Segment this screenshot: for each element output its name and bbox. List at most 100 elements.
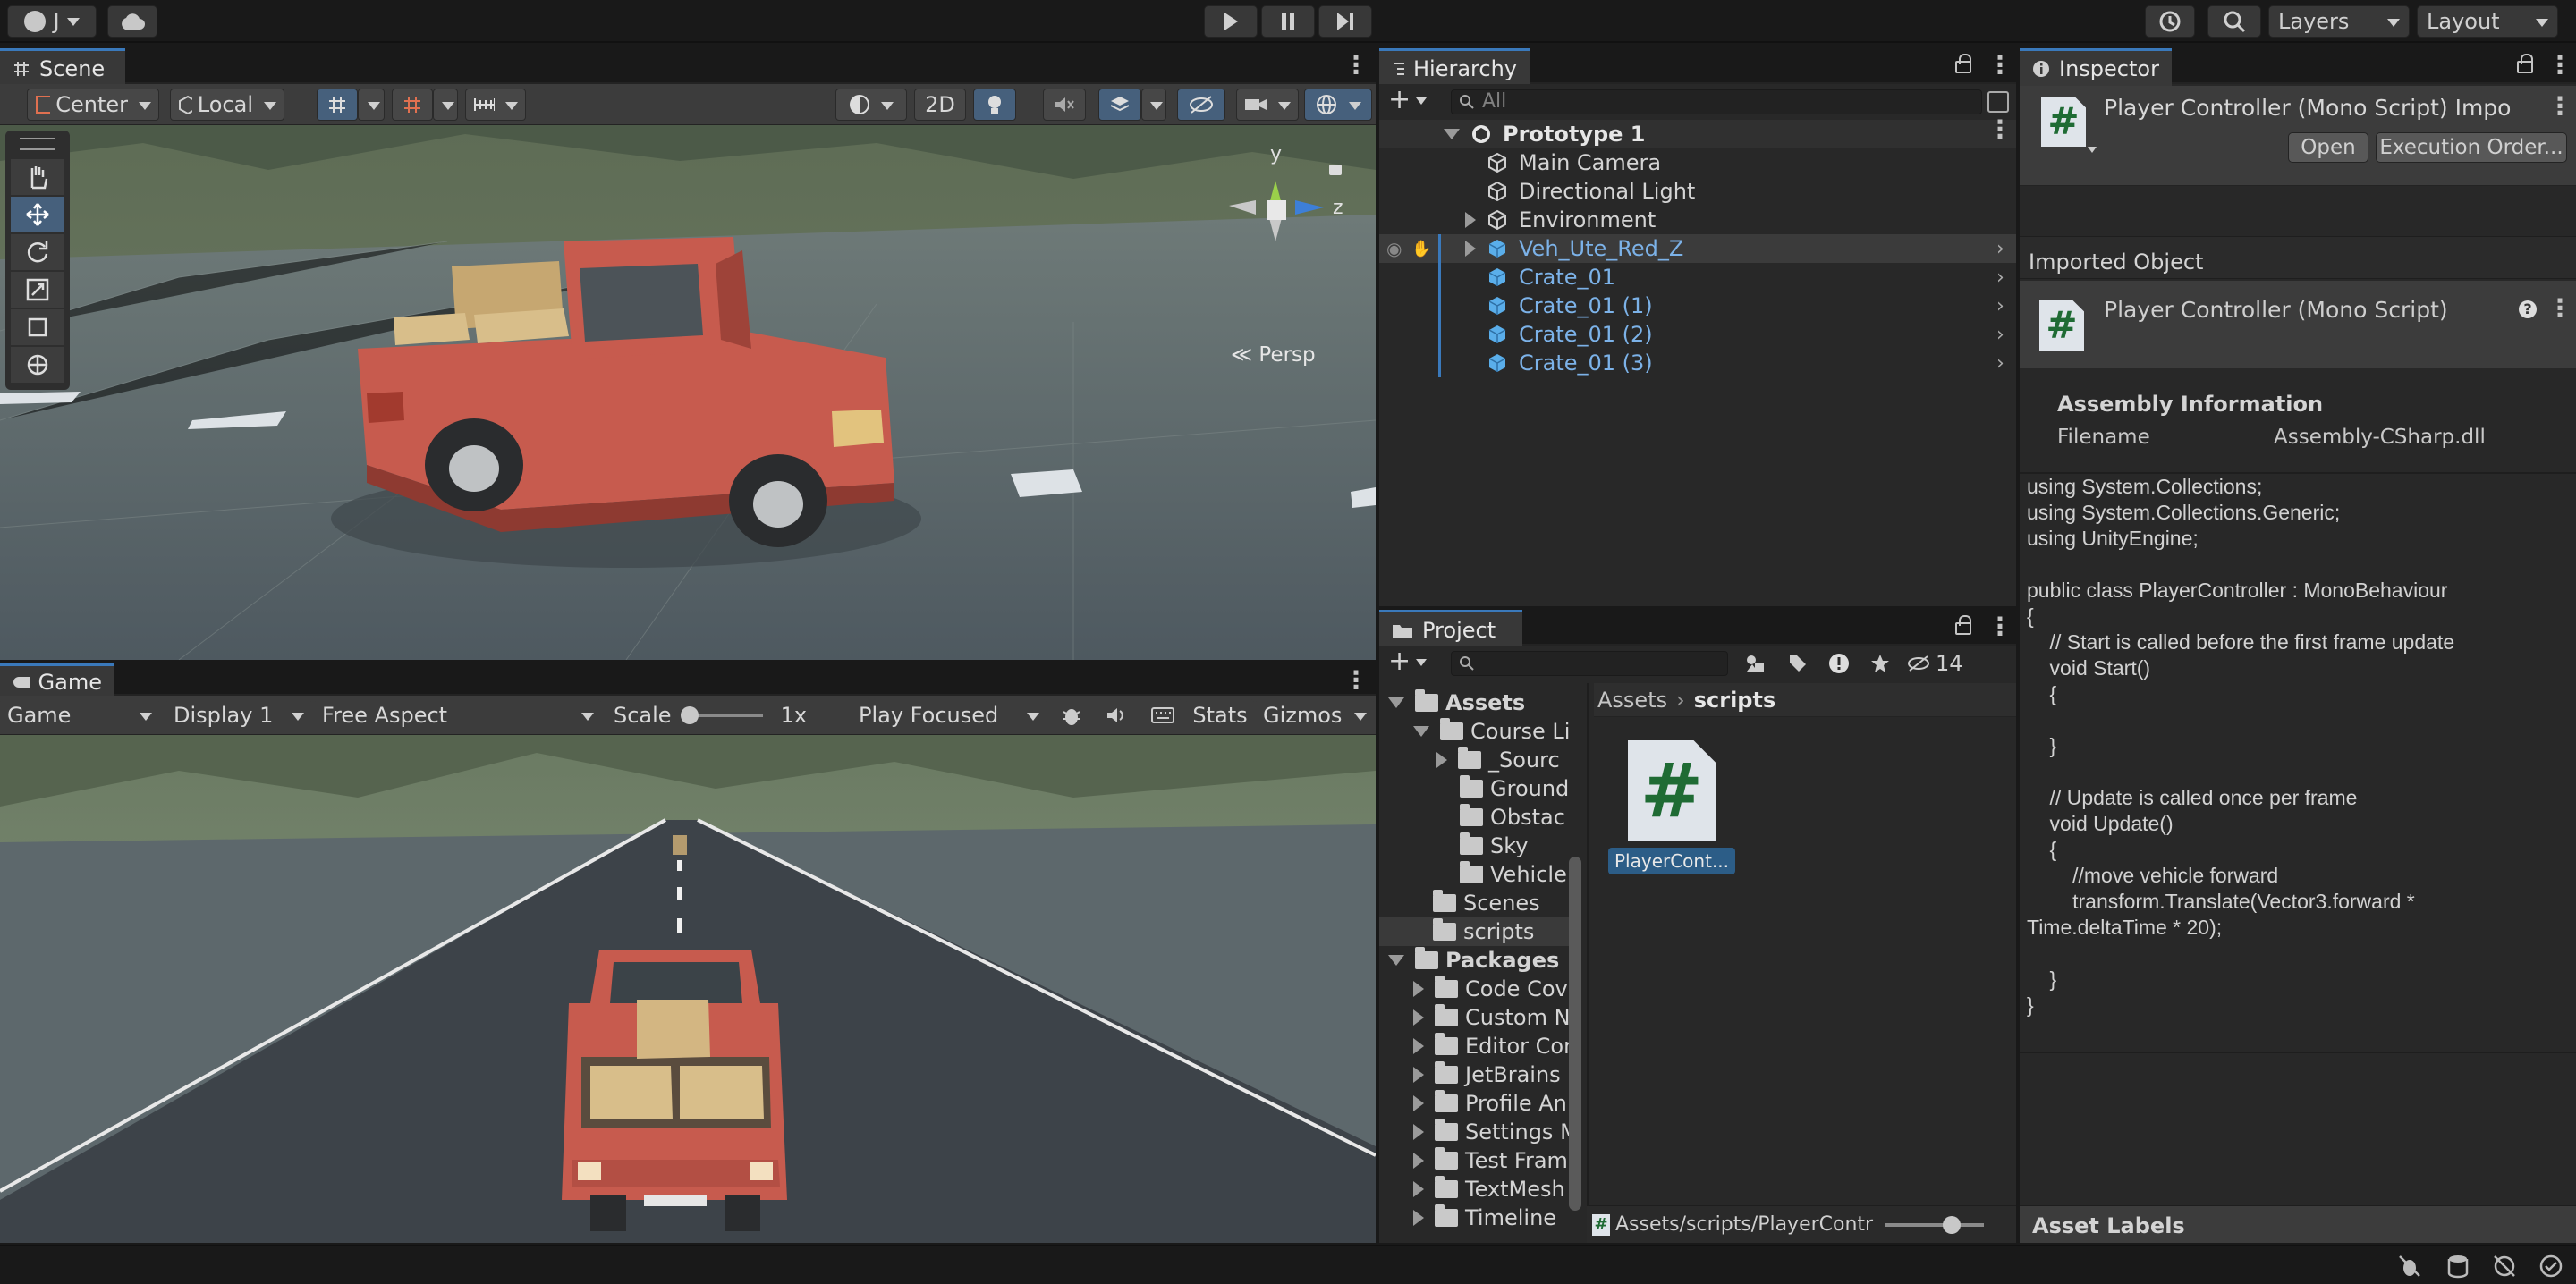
rotate-tool-button[interactable] (11, 234, 64, 270)
auto-refresh-icon[interactable] (2492, 1254, 2517, 1282)
layout-dropdown[interactable]: Layout (2417, 5, 2558, 38)
debug-toggle[interactable] (1052, 699, 1091, 731)
tree-scrollbar-thumb[interactable] (1569, 857, 1581, 1211)
expand-arrow-icon[interactable] (1465, 212, 1476, 228)
layers-dropdown[interactable]: Layers (2268, 5, 2410, 38)
project-search-input[interactable] (1451, 651, 1728, 676)
tree-jetbrains[interactable]: JetBrains (1413, 1060, 1561, 1089)
expand-arrow-icon[interactable] (1444, 129, 1460, 139)
prefab-open-arrow[interactable]: › (1996, 238, 2004, 260)
scale-slider-thumb[interactable] (680, 706, 699, 724)
tree-scenes[interactable]: Scenes (1433, 889, 1540, 917)
expand-arrow-icon[interactable] (1413, 1009, 1424, 1026)
inspector-lock-icon[interactable] (2517, 54, 2533, 73)
hierarchy-item-crate-01-2[interactable]: Crate_01 (2) › (1379, 320, 2016, 349)
camera-dropdown[interactable] (1236, 89, 1299, 121)
debug-mode-icon[interactable] (2397, 1254, 2422, 1282)
increment-snap-toggle[interactable] (392, 89, 433, 121)
2d-toggle[interactable]: 2D (914, 89, 966, 121)
scale-slider-track[interactable] (680, 706, 763, 724)
tree-code-coverage[interactable]: Code Cov (1413, 975, 1568, 1003)
search-mode-button[interactable] (1987, 91, 2009, 113)
hierarchy-item-crate-01[interactable]: Crate_01 › (1379, 263, 2016, 291)
favorites-button[interactable] (1862, 651, 1898, 676)
log-filter-button[interactable] (1821, 651, 1857, 676)
search-by-type-button[interactable] (1737, 651, 1773, 676)
expand-arrow-icon[interactable] (1465, 241, 1476, 257)
search-button[interactable] (2207, 5, 2261, 38)
expand-arrow-icon[interactable] (1413, 1181, 1424, 1197)
expand-arrow-icon[interactable] (1413, 1210, 1424, 1226)
game-menu-kebab[interactable]: ⋮ (1343, 665, 1368, 695)
prefab-open-arrow[interactable]: › (1996, 324, 2004, 346)
tree-test-framework[interactable]: Test Fram (1413, 1146, 1568, 1175)
space-dropdown[interactable]: Local (170, 89, 284, 121)
asset-labels-bar[interactable]: Asset Labels (2020, 1205, 2576, 1243)
tree-editor-coroutines[interactable]: Editor Cor (1413, 1032, 1572, 1060)
overlay-drag-handle[interactable] (20, 138, 55, 150)
pickability-hand-icon[interactable]: ✋ (1411, 240, 1431, 258)
gizmo-lock-icon[interactable] (1329, 165, 1342, 175)
scene-viewport[interactable]: y z ≪ Persp (0, 125, 1376, 660)
breadcrumb-scripts[interactable]: scripts (1694, 688, 1776, 713)
expand-arrow-icon[interactable] (1413, 1067, 1424, 1083)
tree-course-library[interactable]: Course Li (1413, 717, 1570, 746)
expand-arrow-icon[interactable] (1413, 1124, 1424, 1140)
game-view-dropdown[interactable]: Game (0, 699, 159, 731)
projection-toggle[interactable]: ≪ Persp (1231, 343, 1316, 367)
cache-server-icon[interactable] (2445, 1254, 2470, 1282)
tree-sky[interactable]: Sky (1460, 832, 1528, 860)
expand-arrow-icon[interactable] (1413, 981, 1424, 997)
breadcrumb-assets[interactable]: Assets (1597, 688, 1667, 713)
grid-snap-toggle[interactable] (317, 89, 358, 121)
grid-snap-dropdown[interactable] (358, 89, 385, 121)
hierarchy-search-input[interactable]: All (1451, 89, 1982, 114)
icon-size-slider[interactable] (1885, 1215, 1984, 1234)
cloud-button[interactable] (107, 5, 157, 38)
prefab-open-arrow[interactable]: › (1996, 266, 2004, 289)
tree-settings-manager[interactable]: Settings M (1413, 1118, 1579, 1146)
increment-snap-dropdown[interactable] (433, 89, 458, 121)
tab-game[interactable]: Game (0, 663, 114, 697)
icon-size-slider-thumb[interactable] (1943, 1215, 1961, 1234)
tab-scene[interactable]: Scene (0, 48, 125, 86)
tree-vehicles[interactable]: Vehicle (1460, 860, 1567, 889)
prefab-open-arrow[interactable]: › (1996, 352, 2004, 375)
ruler-dropdown[interactable] (465, 89, 526, 121)
mute-audio-toggle[interactable] (1097, 699, 1136, 731)
help-icon[interactable]: ? (2519, 300, 2537, 318)
visibility-eye-icon[interactable]: ◉ (1386, 238, 1402, 259)
progress-ok-icon[interactable] (2538, 1254, 2563, 1282)
effects-toggle[interactable] (1098, 89, 1141, 121)
expand-arrow-icon[interactable] (1413, 1038, 1424, 1054)
aspect-dropdown[interactable]: Free Aspect (315, 699, 601, 731)
scene-visibility-toggle[interactable] (1177, 89, 1225, 121)
component-kebab[interactable]: ⋮ (2547, 293, 2572, 323)
tab-inspector[interactable]: Inspector (2020, 48, 2172, 86)
effects-dropdown[interactable] (1141, 89, 1166, 121)
hierarchy-scene-row[interactable]: Prototype 1 ⋮ (1379, 114, 2016, 148)
move-tool-button[interactable] (11, 197, 64, 232)
project-lock-icon[interactable] (1955, 615, 1971, 635)
project-divider[interactable] (1587, 683, 1589, 1243)
hand-tool-button[interactable] (11, 159, 64, 195)
hierarchy-menu-kebab[interactable]: ⋮ (1987, 50, 2012, 80)
tree-ground[interactable]: Ground (1460, 774, 1569, 803)
chevron-down-icon[interactable] (2088, 147, 2097, 153)
scene-menu-kebab[interactable]: ⋮ (1343, 50, 1368, 80)
tree-packages[interactable]: Packages (1388, 946, 1559, 975)
game-viewport[interactable] (0, 735, 1376, 1243)
hierarchy-item-directional-light[interactable]: Directional Light (1379, 177, 2016, 206)
undo-history-button[interactable] (2145, 5, 2195, 38)
asset-tile[interactable]: # PlayerCont... (1608, 733, 1742, 876)
expand-arrow-icon[interactable] (1413, 1153, 1424, 1169)
step-button[interactable] (1318, 5, 1372, 38)
tree-profile-analyzer[interactable]: Profile An (1413, 1089, 1567, 1118)
execution-order-button[interactable]: Execution Order... (2376, 132, 2567, 163)
hidden-packages-toggle[interactable]: 14 (1907, 651, 2005, 676)
tab-project[interactable]: Project (1379, 610, 1522, 647)
lighting-toggle[interactable] (973, 89, 1016, 121)
pivot-dropdown[interactable]: Center (27, 89, 159, 121)
tab-hierarchy[interactable]: Hierarchy (1379, 48, 1530, 86)
orientation-gizmo[interactable]: y z (1224, 143, 1349, 277)
